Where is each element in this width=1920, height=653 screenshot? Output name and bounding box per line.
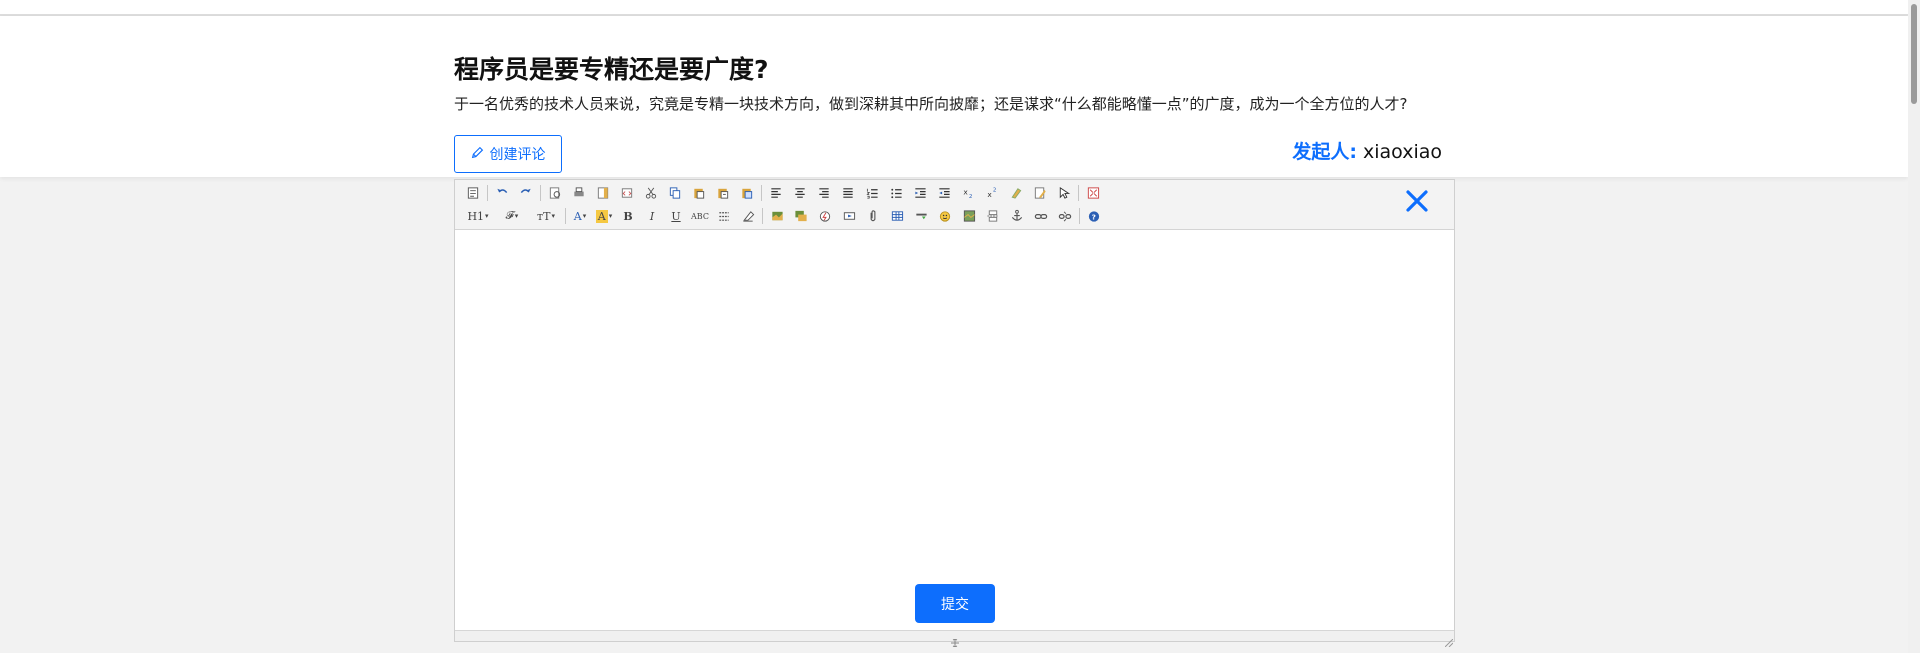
initiator: 发起人: xiaoxiao: [1292, 137, 1442, 164]
superscript-icon[interactable]: x2: [982, 184, 1002, 202]
toolbar-separator: [761, 185, 762, 201]
subscript-icon[interactable]: x2: [958, 184, 978, 202]
svg-text:2: 2: [993, 188, 997, 194]
close-icon[interactable]: [1404, 188, 1430, 214]
flash-icon[interactable]: [815, 207, 835, 225]
code-icon[interactable]: [617, 184, 637, 202]
page-scrollbar[interactable]: [1908, 0, 1920, 653]
font-size-icon[interactable]: тT ▾: [531, 207, 561, 225]
scrollbar-thumb[interactable]: [1911, 4, 1917, 104]
heading-icon[interactable]: H1 ▾: [463, 207, 493, 225]
outdent-icon[interactable]: [934, 184, 954, 202]
font-color-icon[interactable]: A ▾: [570, 207, 590, 225]
table-icon[interactable]: [887, 207, 907, 225]
align-center-icon[interactable]: [790, 184, 810, 202]
multi-image-icon[interactable]: [791, 207, 811, 225]
editor-toolbar: x2x2 H1 ▾ 𝓕 ▾ тT ▾ A ▾ A ▾ B I U ABC?: [455, 180, 1454, 230]
line-height-icon[interactable]: [714, 207, 734, 225]
toolbar-separator: [1078, 185, 1079, 201]
top-nav-strip: [0, 0, 1908, 16]
link-icon[interactable]: [1031, 207, 1051, 225]
svg-text:2: 2: [969, 194, 973, 200]
remove-format-icon[interactable]: [738, 207, 758, 225]
preview-icon[interactable]: [545, 184, 565, 202]
page-break-icon[interactable]: [983, 207, 1003, 225]
fullscreen-icon[interactable]: [1083, 184, 1103, 202]
toolbar-row-2: H1 ▾ 𝓕 ▾ тT ▾ A ▾ A ▾ B I U ABC?: [463, 206, 1108, 226]
image-icon[interactable]: [767, 207, 787, 225]
rich-text-editor: x2x2 H1 ▾ 𝓕 ▾ тT ▾ A ▾ A ▾ B I U ABC? 提交: [454, 179, 1455, 648]
attachment-icon[interactable]: [863, 207, 883, 225]
create-comment-button[interactable]: 创建评论: [454, 135, 562, 173]
map-icon[interactable]: [959, 207, 979, 225]
horizontal-rule-icon[interactable]: [911, 207, 931, 225]
font-family-icon[interactable]: 𝓕 ▾: [497, 207, 527, 225]
redo-icon[interactable]: [516, 184, 536, 202]
select-all-icon[interactable]: [1030, 184, 1050, 202]
toolbar-row-1: x2x2: [463, 183, 1107, 203]
question-description: 于一名优秀的技术人员来说，究竟是专精一块技术方向，做到深耕其中所向披靡；还是谋求…: [454, 95, 1408, 113]
copy-icon[interactable]: [665, 184, 685, 202]
editor-statusbar: [455, 630, 1454, 648]
toolbar-separator: [1079, 208, 1080, 224]
clear-format-icon[interactable]: [1006, 184, 1026, 202]
unlink-icon[interactable]: [1055, 207, 1075, 225]
create-comment-label: 创建评论: [489, 147, 546, 163]
cut-icon[interactable]: [641, 184, 661, 202]
submit-button[interactable]: 提交: [915, 584, 995, 623]
svg-text:x: x: [987, 190, 992, 199]
paste-icon[interactable]: [689, 184, 709, 202]
bold-icon[interactable]: B: [618, 207, 638, 225]
paste-plain-icon[interactable]: [713, 184, 733, 202]
highlight-color-icon[interactable]: A ▾: [594, 207, 614, 225]
svg-text:?: ?: [1092, 212, 1096, 221]
resize-handle-icon[interactable]: [949, 632, 961, 648]
ordered-list-icon[interactable]: [862, 184, 882, 202]
initiator-name: xiaoxiao: [1363, 141, 1442, 163]
align-right-icon[interactable]: [814, 184, 834, 202]
help-icon[interactable]: ?: [1084, 207, 1104, 225]
align-left-icon[interactable]: [766, 184, 786, 202]
toolbar-separator: [565, 208, 566, 224]
anchor-icon[interactable]: [1007, 207, 1027, 225]
media-icon[interactable]: [839, 207, 859, 225]
question-header: 程序员是要专精还是要广度? 于一名优秀的技术人员来说，究竟是专精一块技术方向，做…: [0, 16, 1908, 177]
strikethrough-icon[interactable]: ABC: [690, 207, 710, 225]
initiator-label: 发起人:: [1292, 141, 1357, 163]
toolbar-separator: [487, 185, 488, 201]
print-icon[interactable]: [569, 184, 589, 202]
italic-icon[interactable]: I: [642, 207, 662, 225]
indent-icon[interactable]: [910, 184, 930, 202]
editor-content-area[interactable]: [455, 230, 1454, 608]
paste-word-icon[interactable]: [737, 184, 757, 202]
source-icon[interactable]: [463, 184, 483, 202]
selection-icon[interactable]: [1054, 184, 1074, 202]
template-icon[interactable]: [593, 184, 613, 202]
underline-icon[interactable]: U: [666, 207, 686, 225]
toolbar-separator: [762, 208, 763, 224]
question-title: 程序员是要专精还是要广度?: [454, 55, 769, 84]
pencil-icon: [471, 146, 484, 163]
unordered-list-icon[interactable]: [886, 184, 906, 202]
corner-grip-icon[interactable]: [1444, 632, 1454, 648]
svg-text:x: x: [963, 187, 968, 196]
undo-icon[interactable]: [492, 184, 512, 202]
emoticon-icon[interactable]: [935, 207, 955, 225]
toolbar-separator: [540, 185, 541, 201]
align-justify-icon[interactable]: [838, 184, 858, 202]
